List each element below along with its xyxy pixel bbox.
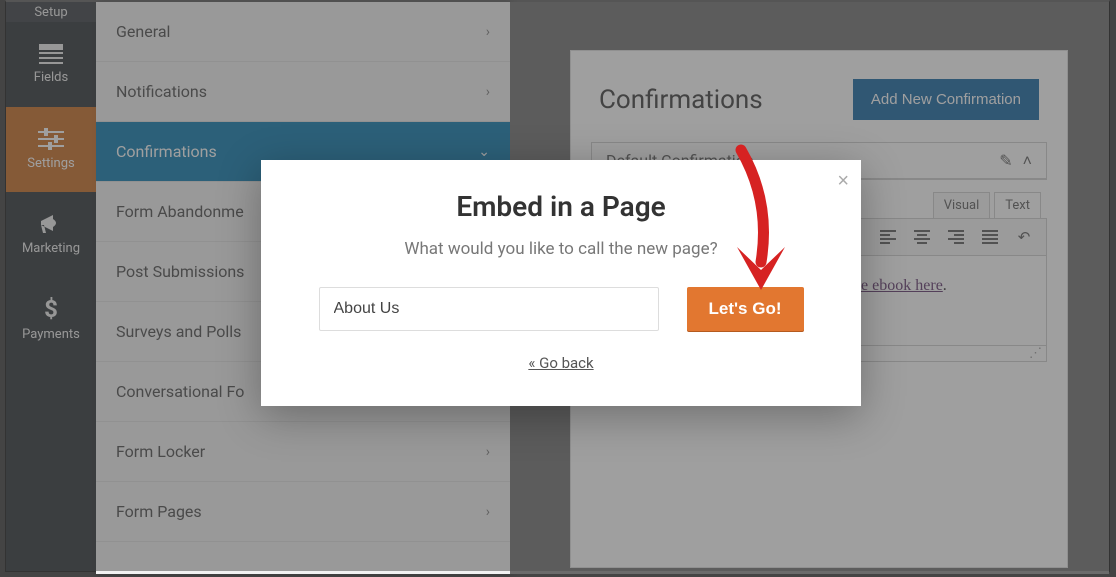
go-back-link[interactable]: « Go back: [528, 354, 593, 372]
embed-modal: × Embed in a Page What would you like to…: [261, 160, 861, 406]
lets-go-button[interactable]: Let's Go!: [687, 287, 804, 331]
modal-title: Embed in a Page: [291, 190, 831, 223]
modal-form-row: Let's Go!: [291, 287, 831, 331]
modal-subtitle: What would you like to call the new page…: [291, 239, 831, 259]
page-name-input[interactable]: [319, 287, 659, 331]
close-icon[interactable]: ×: [837, 170, 849, 193]
